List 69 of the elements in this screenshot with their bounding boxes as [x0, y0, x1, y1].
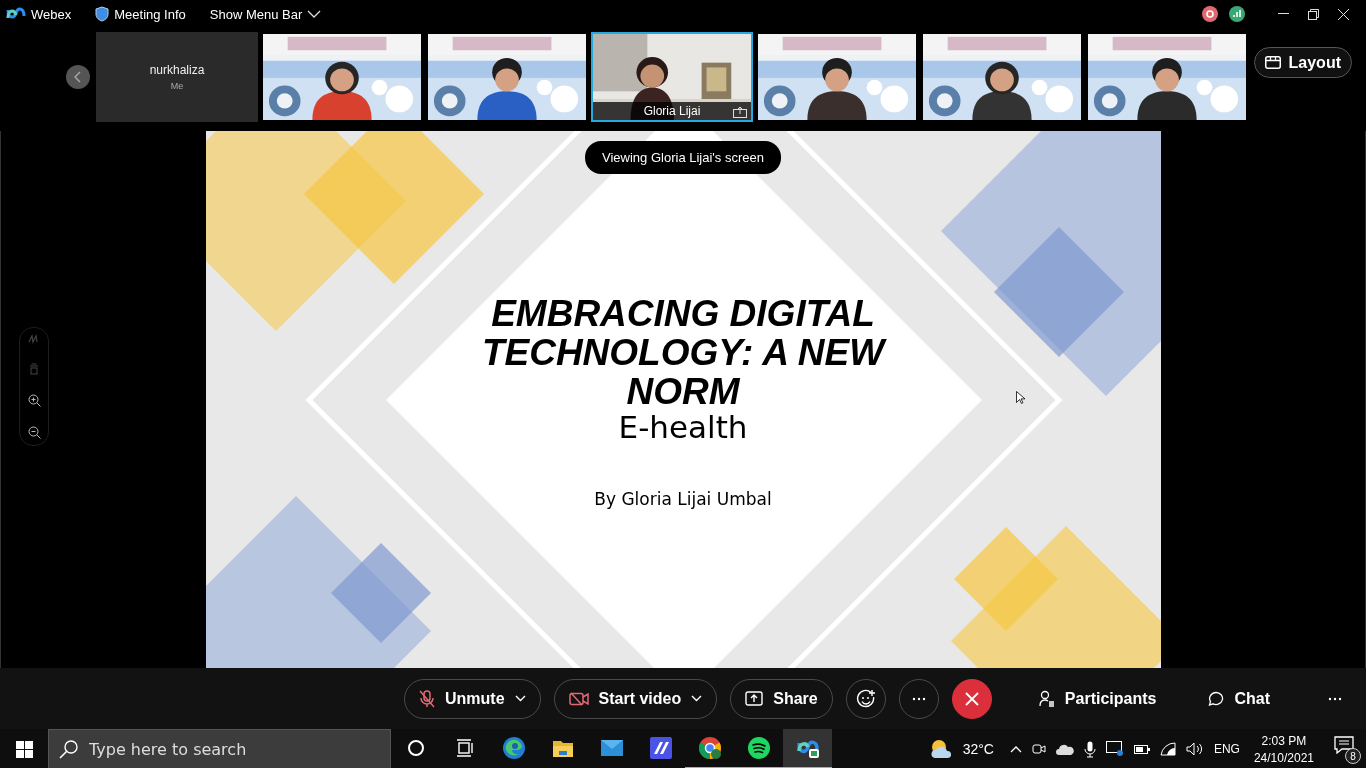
- chevron-down-icon: [307, 10, 322, 18]
- task-view-icon: [454, 739, 475, 757]
- wifi-icon[interactable]: [1159, 742, 1176, 756]
- search-field[interactable]: Type here to search: [48, 729, 391, 768]
- share-button[interactable]: Share: [730, 678, 833, 719]
- menu-toggle-button[interactable]: Show Menu Bar: [209, 6, 322, 22]
- windows-logo-icon: [15, 740, 33, 758]
- participant-subtitle: Me: [170, 81, 184, 91]
- participant-name: Gloria Lijai: [643, 104, 701, 118]
- participants-icon: [1038, 690, 1055, 707]
- video-off-icon: [568, 691, 589, 706]
- slide-subtitle: E-health: [618, 409, 748, 445]
- shield-icon: [95, 6, 110, 22]
- close-icon: [964, 691, 979, 706]
- chevron-up-icon[interactable]: [1009, 745, 1022, 753]
- app-name: Webex: [31, 6, 72, 22]
- cursor-icon: [1015, 391, 1025, 404]
- speaker-icon[interactable]: [1185, 742, 1204, 756]
- webex-logo-icon: [6, 7, 26, 21]
- browser-icon: [697, 736, 722, 760]
- chevron-left-icon: [74, 71, 82, 83]
- close-icon[interactable]: [1337, 8, 1349, 20]
- taskbar-app-button[interactable]: [783, 729, 832, 768]
- zoom-out-icon[interactable]: [27, 426, 41, 439]
- video-tile[interactable]: nurkhaliza Me: [96, 32, 258, 122]
- language-indicator[interactable]: ENG: [1213, 742, 1240, 756]
- layout-icon: [1264, 56, 1281, 69]
- previous-button[interactable]: [66, 65, 90, 89]
- participants-button[interactable]: Participants: [1024, 678, 1171, 719]
- minimize-icon[interactable]: [1277, 13, 1289, 15]
- recording-icon[interactable]: [1202, 6, 1218, 22]
- cloud-icon[interactable]: [1055, 743, 1074, 755]
- zoom-in-icon[interactable]: [27, 394, 41, 407]
- share-banner: Viewing Gloria Lijai's screen: [585, 141, 781, 174]
- circle-icon: [406, 739, 425, 757]
- music-app-icon: [746, 736, 771, 760]
- chat-button[interactable]: Chat: [1194, 678, 1284, 719]
- notification-count: 8: [1345, 748, 1361, 764]
- meeting-info-button[interactable]: Meeting Info: [95, 6, 186, 22]
- battery-icon[interactable]: [1133, 744, 1150, 754]
- muted-microphone-icon: [419, 689, 435, 708]
- temperature[interactable]: 32°C: [962, 741, 994, 757]
- screen-icon[interactable]: [1105, 741, 1124, 757]
- caret-icon: [691, 695, 703, 702]
- more-icon: [1328, 696, 1342, 701]
- layout-button[interactable]: Layout: [1253, 47, 1352, 78]
- smiley-icon: [855, 688, 876, 709]
- browser-icon: [501, 736, 526, 760]
- clock-date[interactable]: 24/10/2021: [1253, 750, 1314, 765]
- clock-time[interactable]: 2:03 PM: [1261, 733, 1307, 748]
- chat-icon: [1208, 690, 1225, 707]
- share-screen-icon: [745, 691, 764, 706]
- mail-icon: [599, 739, 624, 757]
- restore-icon[interactable]: [1307, 8, 1319, 20]
- mute-button[interactable]: Unmute: [404, 678, 541, 719]
- video-tile[interactable]: Gloria Lijai: [591, 32, 753, 122]
- camera-icon[interactable]: [1031, 742, 1046, 756]
- microphone-icon[interactable]: [1083, 740, 1096, 758]
- caret-icon: [514, 695, 526, 702]
- video-button[interactable]: Start video: [553, 678, 718, 719]
- slide-byline: By Gloria Lijai Umbal: [594, 489, 772, 509]
- slide-title: EMBRACING DIGITAL TECHNOLOGY: A NEW NORM: [480, 294, 888, 411]
- more-icon: [911, 696, 926, 701]
- participant-name: nurkhaliza: [149, 63, 205, 77]
- search-icon: [59, 739, 79, 759]
- app-icon: [648, 736, 673, 760]
- signal-bars-icon[interactable]: [1229, 6, 1245, 22]
- folder-icon: [551, 738, 574, 758]
- notification-icon[interactable]: [1334, 736, 1354, 754]
